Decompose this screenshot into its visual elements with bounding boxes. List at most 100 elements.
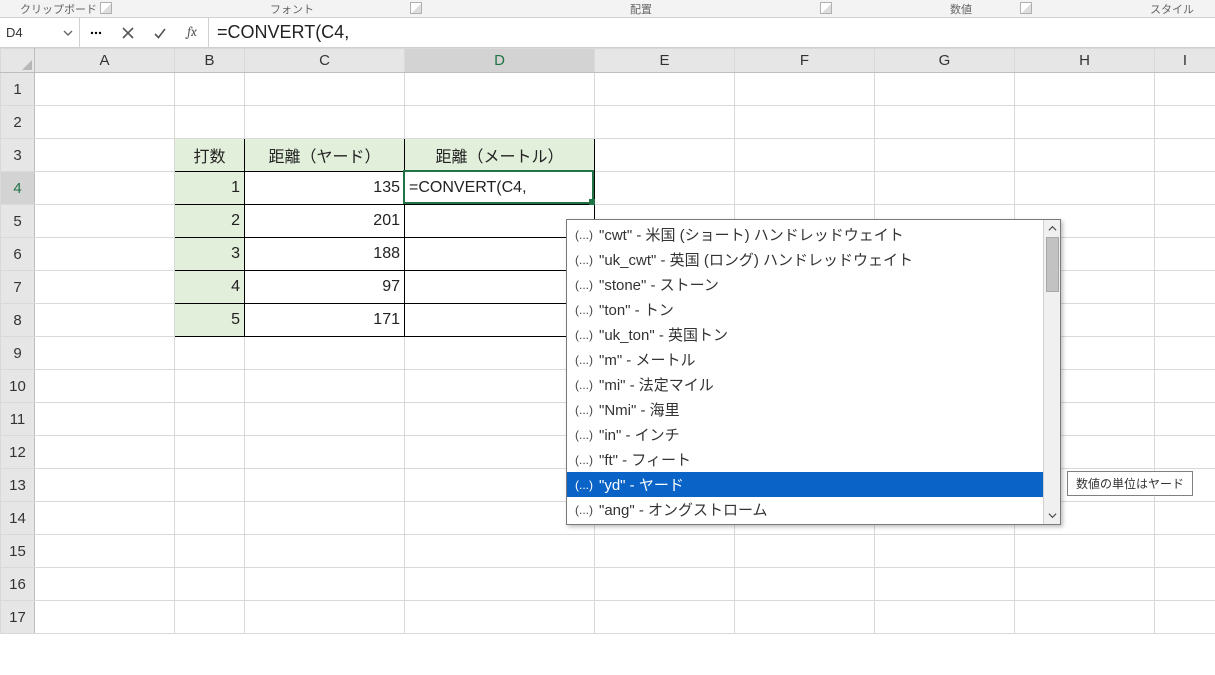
cell[interactable]: 97 <box>245 271 405 304</box>
cell[interactable] <box>1155 172 1215 205</box>
autocomplete-item[interactable]: (...)"m" - メートル <box>567 347 1043 372</box>
cell[interactable]: 距離（ヤード） <box>245 139 405 172</box>
cell[interactable] <box>35 271 175 304</box>
cell[interactable]: 188 <box>245 238 405 271</box>
row-header[interactable]: 5 <box>1 205 35 238</box>
row-header[interactable]: 15 <box>1 535 35 568</box>
cell[interactable]: 2 <box>175 205 245 238</box>
autocomplete-item[interactable]: (...)"yd" - ヤード <box>567 472 1043 497</box>
cell[interactable]: 打数 <box>175 139 245 172</box>
column-header[interactable]: B <box>175 49 245 73</box>
cell[interactable] <box>595 172 735 205</box>
cell[interactable] <box>245 370 405 403</box>
cell[interactable]: 4 <box>175 271 245 304</box>
cell[interactable]: 201 <box>245 205 405 238</box>
autocomplete-item[interactable]: (...)"uk_ton" - 英国トン <box>567 322 1043 347</box>
cell[interactable] <box>175 370 245 403</box>
cell[interactable] <box>1155 403 1215 436</box>
cell[interactable] <box>1155 370 1215 403</box>
cell[interactable] <box>595 535 735 568</box>
row-header[interactable]: 14 <box>1 502 35 535</box>
cell[interactable] <box>1155 568 1215 601</box>
cell[interactable] <box>595 139 735 172</box>
cell[interactable]: =CONVERT(C4, <box>405 172 595 205</box>
cell[interactable] <box>175 601 245 634</box>
row-header[interactable]: 10 <box>1 370 35 403</box>
cell[interactable] <box>245 106 405 139</box>
cell[interactable] <box>245 403 405 436</box>
row-header[interactable]: 2 <box>1 106 35 139</box>
cell[interactable] <box>1155 502 1215 535</box>
cell[interactable] <box>35 436 175 469</box>
cell[interactable] <box>175 73 245 106</box>
cell[interactable] <box>175 469 245 502</box>
column-header[interactable]: E <box>595 49 735 73</box>
cell[interactable] <box>35 370 175 403</box>
cell[interactable] <box>175 436 245 469</box>
scroll-up-icon[interactable] <box>1044 220 1060 237</box>
cell[interactable] <box>245 601 405 634</box>
cell[interactable] <box>735 139 875 172</box>
cell[interactable] <box>1155 106 1215 139</box>
cell[interactable] <box>175 337 245 370</box>
cell[interactable] <box>1155 205 1215 238</box>
row-header[interactable]: 7 <box>1 271 35 304</box>
column-header[interactable]: D <box>405 49 595 73</box>
name-box[interactable]: D4 <box>0 18 80 47</box>
cell[interactable] <box>735 601 875 634</box>
cell[interactable] <box>405 568 595 601</box>
autocomplete-item[interactable]: (...)"Nmi" - 海里 <box>567 397 1043 422</box>
autocomplete-item[interactable]: (...)"ang" - オングストローム <box>567 497 1043 522</box>
cell[interactable] <box>1155 337 1215 370</box>
cell[interactable] <box>735 535 875 568</box>
cell[interactable] <box>1015 139 1155 172</box>
row-header[interactable]: 11 <box>1 403 35 436</box>
row-header[interactable]: 6 <box>1 238 35 271</box>
cell[interactable] <box>35 469 175 502</box>
cell[interactable] <box>1015 106 1155 139</box>
cell[interactable]: 135 <box>245 172 405 205</box>
formula-autocomplete[interactable]: (...)"cwt" - 米国 (ショート) ハンドレッドウェイト(...)"u… <box>566 219 1061 525</box>
select-all-corner[interactable] <box>1 49 35 73</box>
autocomplete-scrollbar[interactable] <box>1043 220 1060 524</box>
cell[interactable] <box>405 106 595 139</box>
autocomplete-item[interactable]: (...)"uk_cwt" - 英国 (ロング) ハンドレッドウェイト <box>567 247 1043 272</box>
cell[interactable]: 距離（メートル） <box>405 139 595 172</box>
autocomplete-item[interactable]: (...)"in" - インチ <box>567 422 1043 447</box>
column-header[interactable]: C <box>245 49 405 73</box>
cell[interactable] <box>175 403 245 436</box>
cell[interactable] <box>735 172 875 205</box>
column-header[interactable]: G <box>875 49 1015 73</box>
autocomplete-item[interactable]: (...)"ft" - フィート <box>567 447 1043 472</box>
row-header[interactable]: 8 <box>1 304 35 337</box>
formula-more-icon[interactable] <box>86 23 106 43</box>
cell[interactable] <box>1155 271 1215 304</box>
scroll-thumb[interactable] <box>1046 237 1059 292</box>
cell[interactable] <box>245 436 405 469</box>
cell[interactable]: 1 <box>175 172 245 205</box>
cell[interactable] <box>1155 436 1215 469</box>
cell[interactable] <box>1015 568 1155 601</box>
cell[interactable] <box>405 601 595 634</box>
cell[interactable] <box>35 568 175 601</box>
cell[interactable] <box>595 106 735 139</box>
autocomplete-item[interactable]: (...)"cwt" - 米国 (ショート) ハンドレッドウェイト <box>567 222 1043 247</box>
cell[interactable] <box>35 502 175 535</box>
autocomplete-item[interactable]: (...)"ton" - トン <box>567 297 1043 322</box>
cell[interactable] <box>245 535 405 568</box>
cell[interactable] <box>35 403 175 436</box>
cell[interactable] <box>35 238 175 271</box>
cell[interactable] <box>245 73 405 106</box>
cell[interactable] <box>175 568 245 601</box>
column-header[interactable]: A <box>35 49 175 73</box>
ribbon-dialog-launcher-icon[interactable] <box>1020 2 1032 14</box>
cell[interactable] <box>735 568 875 601</box>
column-header[interactable]: H <box>1015 49 1155 73</box>
cell[interactable] <box>735 73 875 106</box>
row-header[interactable]: 4 <box>1 172 35 205</box>
cell[interactable] <box>1015 535 1155 568</box>
cell[interactable] <box>1155 601 1215 634</box>
cell[interactable] <box>35 205 175 238</box>
row-header[interactable]: 13 <box>1 469 35 502</box>
cell[interactable] <box>1155 139 1215 172</box>
